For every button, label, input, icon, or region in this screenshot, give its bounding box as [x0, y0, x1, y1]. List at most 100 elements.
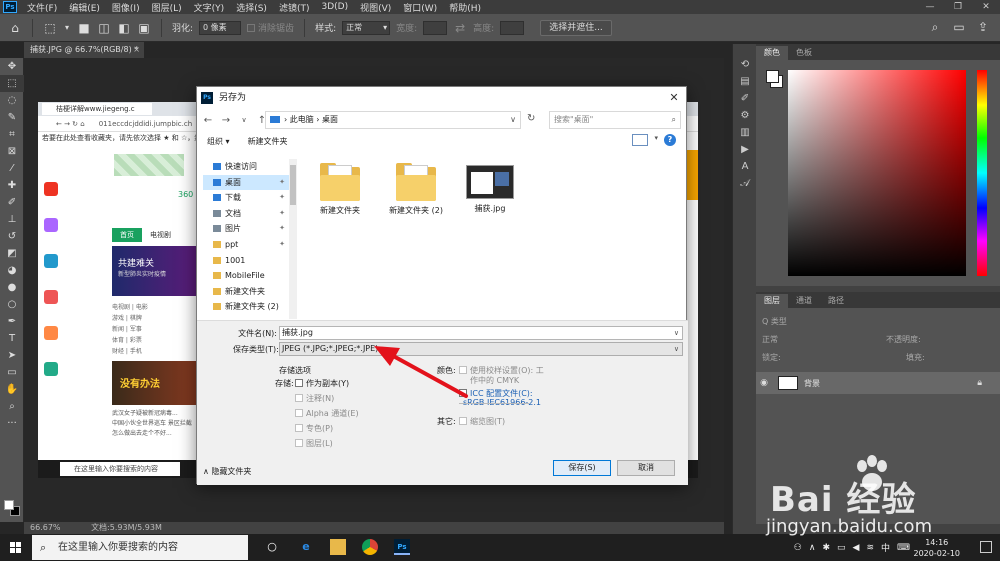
- file-item[interactable]: 新建文件夹 (2): [381, 161, 451, 216]
- more-tools-icon[interactable]: ···: [0, 415, 24, 432]
- path-select-icon[interactable]: ➤: [0, 347, 24, 364]
- photoshop-taskbar-icon[interactable]: Ps: [394, 539, 410, 555]
- frame-tool-icon[interactable]: ⊠: [0, 143, 24, 160]
- tab-color[interactable]: 颜色: [756, 46, 788, 60]
- eye-icon[interactable]: ◉: [756, 378, 772, 388]
- menu-3d[interactable]: 3D(D): [315, 2, 354, 12]
- glyphs-icon[interactable]: 𝒜: [733, 175, 757, 192]
- chevron-down-icon[interactable]: ▾: [654, 134, 658, 142]
- edge-icon[interactable]: e: [298, 539, 314, 555]
- sidebar-item-new-folder[interactable]: 新建文件夹: [203, 284, 289, 300]
- tab-channels[interactable]: 通道: [788, 294, 820, 308]
- history-icon[interactable]: ⟲: [733, 56, 757, 73]
- new-folder-button[interactable]: 新建文件夹: [248, 136, 288, 147]
- annotations-checkbox[interactable]: 注释(N): [295, 393, 334, 404]
- marquee-tool-icon[interactable]: ⬚: [43, 21, 57, 35]
- hide-folders-toggle[interactable]: ∧ 隐藏文件夹: [203, 466, 251, 477]
- sidebar-item-ppt[interactable]: ppt ✦: [203, 237, 289, 253]
- cancel-button[interactable]: 取消: [617, 460, 675, 476]
- chevron-down-icon[interactable]: ∨: [674, 327, 679, 339]
- menu-help[interactable]: 帮助(H): [443, 1, 487, 14]
- sidebar-scrollbar[interactable]: [289, 159, 297, 319]
- hue-slider[interactable]: [977, 70, 987, 276]
- eraser-tool-icon[interactable]: ◩: [0, 245, 24, 262]
- ime-indicator[interactable]: 中: [881, 541, 890, 554]
- back-arrow-icon[interactable]: ←: [203, 115, 213, 126]
- width-input[interactable]: [423, 20, 448, 35]
- libraries-icon[interactable]: ▥: [733, 124, 757, 141]
- lock-icon[interactable]: 🔒︎: [977, 378, 982, 388]
- sidebar-item-downloads[interactable]: 下载 ✦: [203, 190, 289, 206]
- network-icon[interactable]: ▭: [837, 543, 846, 553]
- menu-window[interactable]: 窗口(W): [397, 1, 443, 14]
- wifi-icon[interactable]: ≋: [866, 543, 874, 553]
- search-input[interactable]: 搜索"桌面" ⌕: [549, 111, 681, 129]
- close-icon[interactable]: ×: [133, 42, 140, 58]
- save-button[interactable]: 保存(S): [553, 460, 611, 476]
- menu-type[interactable]: 文字(Y): [188, 1, 231, 14]
- brush-tool-icon[interactable]: ✐: [0, 194, 24, 211]
- layer-row[interactable]: ◉ 背景 🔒︎: [756, 372, 1000, 394]
- blend-mode-select[interactable]: 正常: [762, 334, 778, 345]
- menu-layer[interactable]: 图层(L): [146, 1, 188, 14]
- add-selection-icon[interactable]: ◫: [97, 21, 111, 35]
- chevron-down-icon[interactable]: ∨: [239, 116, 249, 124]
- close-icon[interactable]: ✕: [666, 87, 682, 109]
- history-brush-icon[interactable]: ↺: [0, 228, 24, 245]
- crop-tool-icon[interactable]: ⌗: [0, 126, 24, 143]
- blur-tool-icon[interactable]: ●: [0, 279, 24, 296]
- bluetooth-icon[interactable]: ✱: [822, 543, 830, 553]
- as-copy-checkbox[interactable]: 作为副本(Y): [295, 378, 349, 389]
- volume-icon[interactable]: ◀: [853, 543, 860, 553]
- sidebar-item-new-folder-2[interactable]: 新建文件夹 (2): [203, 299, 289, 315]
- dodge-tool-icon[interactable]: ○: [0, 296, 24, 313]
- chevron-down-icon[interactable]: ∨: [674, 343, 679, 355]
- pen-tool-icon[interactable]: ✒: [0, 313, 24, 330]
- marquee-tool-icon[interactable]: ⬚: [0, 75, 24, 92]
- paint-bucket-icon[interactable]: ◕: [0, 262, 24, 279]
- move-tool-icon[interactable]: ✥: [0, 58, 24, 75]
- properties-icon[interactable]: ▤: [733, 73, 757, 90]
- menu-select[interactable]: 选择(S): [230, 1, 273, 14]
- menu-view[interactable]: 视图(V): [354, 1, 397, 14]
- sidebar-item-desktop[interactable]: 桌面 ✦: [203, 174, 289, 191]
- menu-image[interactable]: 图像(I): [106, 1, 146, 14]
- style-select[interactable]: 正常 ▾: [342, 20, 391, 35]
- keyboard-icon[interactable]: ⌨: [897, 543, 910, 553]
- chrome-icon[interactable]: [362, 539, 378, 555]
- breadcrumb-desktop[interactable]: 桌面: [322, 115, 338, 124]
- spot-colors-checkbox[interactable]: 专色(P): [295, 423, 333, 434]
- document-tab[interactable]: 捕获.JPG @ 66.7%(RGB/8) * ×: [24, 42, 144, 58]
- menu-filter[interactable]: 滤镜(T): [273, 1, 316, 14]
- maximize-icon[interactable]: ❐: [944, 0, 972, 14]
- clock[interactable]: 14:16 2020-02-10: [914, 537, 961, 559]
- sidebar-item-documents[interactable]: 文档 ✦: [203, 206, 289, 222]
- subtract-selection-icon[interactable]: ◧: [117, 21, 131, 35]
- lasso-tool-icon[interactable]: ◌: [0, 92, 24, 109]
- stamp-tool-icon[interactable]: ⊥: [0, 211, 24, 228]
- swap-icon[interactable]: ⇄: [453, 21, 467, 35]
- feather-input[interactable]: 0 像素: [199, 20, 242, 35]
- adjustments-icon[interactable]: ⚙: [733, 107, 757, 124]
- alpha-channels-checkbox[interactable]: Alpha 通道(E): [295, 408, 359, 419]
- forward-arrow-icon[interactable]: →: [221, 115, 231, 126]
- home-icon[interactable]: ⌂: [8, 21, 22, 35]
- type-tool-icon[interactable]: T: [0, 330, 24, 347]
- healing-brush-icon[interactable]: ✚: [0, 177, 24, 194]
- share-icon[interactable]: ⇪: [976, 20, 990, 34]
- new-selection-icon[interactable]: ■: [77, 21, 91, 35]
- height-input[interactable]: [500, 20, 525, 35]
- antialias-checkbox[interactable]: 消除锯齿: [247, 21, 294, 34]
- foreground-color-swatch[interactable]: [766, 70, 779, 83]
- workspace-icon[interactable]: ▭: [952, 20, 966, 34]
- layer-kind-filter[interactable]: Q 类型: [762, 316, 787, 327]
- layers-checkbox[interactable]: 图层(L): [295, 438, 333, 449]
- minimize-icon[interactable]: —: [916, 0, 944, 14]
- refresh-icon[interactable]: ↻: [527, 113, 535, 124]
- tab-layers[interactable]: 图层: [756, 294, 788, 308]
- sidebar-item-pictures[interactable]: 图片 ✦: [203, 221, 289, 237]
- file-explorer-icon[interactable]: [330, 539, 346, 555]
- chevron-down-icon[interactable]: ▾: [63, 21, 71, 35]
- task-view-icon[interactable]: ○: [264, 539, 280, 555]
- view-options-icon[interactable]: [632, 134, 648, 146]
